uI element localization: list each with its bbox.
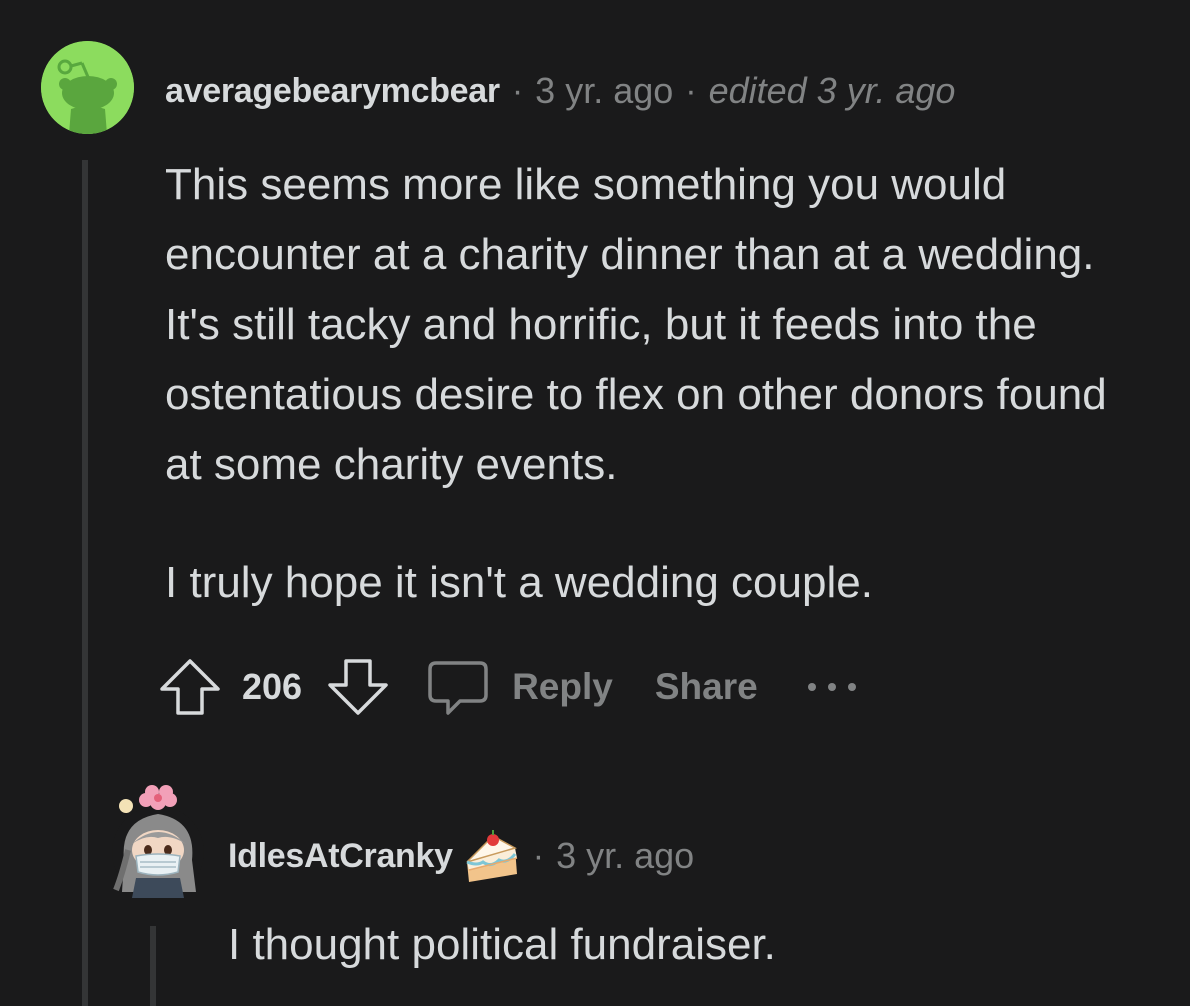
comment-author[interactable]: averagebearymcbear — [165, 72, 500, 111]
downvote-icon — [328, 659, 388, 715]
snoo-avatar-icon — [41, 41, 134, 134]
comment-bubble-icon — [428, 661, 488, 715]
character-avatar-icon — [112, 785, 204, 898]
reply-header: IdlesAtCranky · 3 yr. ago — [228, 830, 694, 882]
downvote-button[interactable] — [326, 655, 390, 719]
comment-paragraph: This seems more like something you would… — [165, 160, 1107, 489]
user-avatar[interactable] — [41, 41, 134, 134]
meta-separator: · — [685, 71, 697, 110]
reply-label: Reply — [512, 666, 613, 707]
cake-icon — [463, 828, 521, 884]
comment-actions: 206 Reply Share — [158, 655, 860, 719]
comment-header: averagebearymcbear · 3 yr. ago · edited … — [165, 66, 955, 116]
reply-body: I thought political fundraiser. — [228, 920, 776, 969]
meta-separator: · — [511, 71, 524, 110]
upvote-button[interactable] — [158, 655, 222, 719]
share-button[interactable]: Share — [655, 666, 758, 708]
more-options-button[interactable] — [804, 677, 860, 697]
comment-timestamp[interactable]: 3 yr. ago — [535, 70, 673, 112]
comment-body: This seems more like something you would… — [165, 150, 1155, 618]
meta-separator: · — [532, 836, 545, 875]
reply-timestamp[interactable]: 3 yr. ago — [556, 835, 694, 877]
reply-button[interactable]: Reply — [426, 655, 613, 719]
comment-paragraph: I truly hope it isn't a wedding couple. — [165, 558, 873, 607]
vote-score: 206 — [242, 666, 303, 707]
edited-timestamp: edited 3 yr. ago — [708, 70, 956, 111]
reply-thread-collapse-line[interactable] — [150, 926, 156, 1006]
thread-collapse-line[interactable] — [82, 160, 88, 1006]
more-options-icon — [807, 683, 856, 691]
upvote-icon — [160, 659, 220, 715]
reply-user-avatar[interactable] — [110, 780, 205, 900]
comment-thread: averagebearymcbear · 3 yr. ago · edited … — [0, 0, 1190, 1006]
reply-author[interactable]: IdlesAtCranky — [228, 837, 453, 876]
